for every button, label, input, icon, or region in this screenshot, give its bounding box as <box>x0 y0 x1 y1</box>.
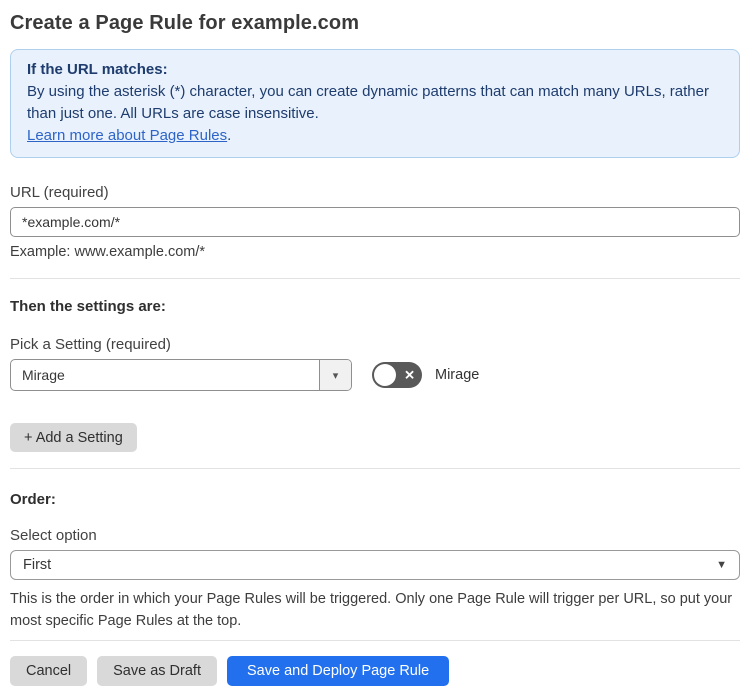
add-setting-button[interactable]: + Add a Setting <box>10 423 137 452</box>
info-box-body: By using the asterisk (*) character, you… <box>27 83 709 122</box>
url-match-info-box: If the URL matches: By using the asteris… <box>10 49 740 158</box>
toggle-knob <box>374 364 396 386</box>
setting-row: Mirage ▾ ✕ Mirage <box>10 359 740 391</box>
order-select[interactable]: First ▼ <box>10 550 740 580</box>
url-input[interactable] <box>10 207 740 237</box>
setting-select[interactable]: Mirage ▾ <box>10 359 352 391</box>
cancel-button[interactable]: Cancel <box>10 656 88 686</box>
mirage-toggle[interactable]: ✕ <box>372 362 422 388</box>
divider <box>10 640 740 641</box>
order-select-value: First <box>23 557 52 573</box>
chevron-down-icon: ▾ <box>332 369 339 382</box>
order-helper-text: This is the order in which your Page Rul… <box>10 591 733 629</box>
divider <box>10 468 740 469</box>
save-deploy-button[interactable]: Save and Deploy Page Rule <box>226 656 450 686</box>
page-title: Create a Page Rule for example.com <box>10 12 360 34</box>
order-select-label: Select option <box>10 527 97 544</box>
footer-actions: Cancel Save as Draft Save and Deploy Pag… <box>10 656 740 686</box>
setting-select-value: Mirage <box>22 367 65 383</box>
toggle-label: Mirage <box>435 367 480 383</box>
url-example-helper: Example: www.example.com/* <box>10 244 206 260</box>
info-box-heading: If the URL matches: <box>27 61 168 78</box>
divider <box>10 278 740 279</box>
info-box-link-line: Learn more about Page Rules. <box>27 125 723 147</box>
page-rule-form: Create a Page Rule for example.com If th… <box>0 12 750 686</box>
link-suffix: . <box>227 127 232 144</box>
toggle-off-x-icon: ✕ <box>404 367 415 383</box>
order-section-heading: Order: <box>10 491 56 508</box>
url-field-label: URL (required) <box>10 184 109 201</box>
learn-more-link[interactable]: Learn more about Page Rules <box>27 127 227 144</box>
setting-select-caret-button[interactable]: ▾ <box>319 360 351 390</box>
save-draft-button[interactable]: Save as Draft <box>97 656 217 686</box>
pick-setting-label: Pick a Setting (required) <box>10 336 171 353</box>
chevron-down-icon: ▼ <box>716 559 727 571</box>
settings-section-heading: Then the settings are: <box>10 298 166 315</box>
